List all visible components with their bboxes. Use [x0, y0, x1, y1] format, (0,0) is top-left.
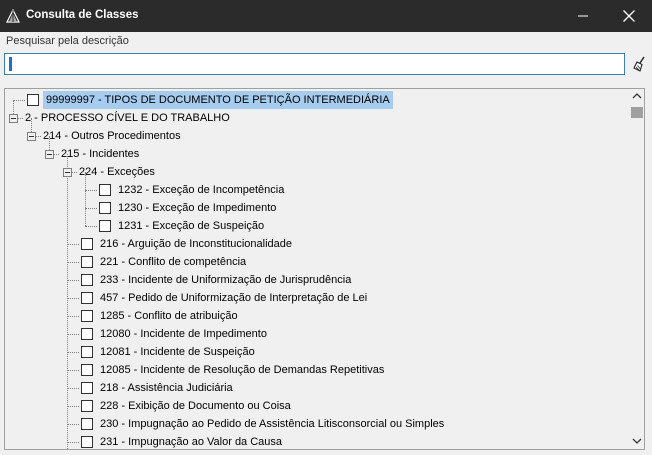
tree-item-label: 224 - Exceções [79, 166, 155, 178]
checkbox[interactable] [81, 418, 93, 430]
classes-tree[interactable]: 99999997 - TIPOS DE DOCUMENTO DE PETIÇÃO… [4, 88, 645, 450]
tree-connector [67, 244, 79, 245]
tree-connector [85, 226, 97, 227]
search-input[interactable] [4, 53, 625, 75]
tree-item-label: 233 - Incidente de Uniformização de Juri… [100, 274, 352, 286]
clear-search-button[interactable] [631, 55, 649, 73]
checkbox[interactable] [81, 400, 93, 412]
checkbox[interactable] [81, 346, 93, 358]
collapse-icon[interactable] [63, 168, 72, 177]
tree-connector [85, 190, 97, 191]
tree-item-label: 230 - Impugnação ao Pedido de Assistênci… [100, 418, 445, 430]
checkbox[interactable] [81, 292, 93, 304]
vertical-scrollbar[interactable] [629, 89, 644, 449]
tree-item-label: 221 - Conflito de competência [100, 256, 247, 268]
tree-connector [67, 262, 79, 263]
tree-connector [67, 424, 79, 425]
tree-item-label: 228 - Exibição de Documento ou Coisa [100, 400, 291, 412]
tree-item-label: 12080 - Incidente de Impedimento [100, 328, 267, 340]
tree-connector [67, 388, 79, 389]
tree-item-label: 1230 - Exceção de Impedimento [118, 202, 277, 214]
tree-connector [67, 352, 79, 353]
tree-item-label: 12081 - Incidente de Suspeição [100, 346, 255, 358]
title-bar: Consulta de Classes [0, 0, 652, 32]
checkbox[interactable] [81, 436, 93, 448]
search-label: Pesquisar pela descrição [6, 35, 129, 47]
tree-connector [67, 316, 79, 317]
tree-item-label: 214 - Outros Procedimentos [43, 130, 181, 142]
tree-content: 99999997 - TIPOS DE DOCUMENTO DE PETIÇÃO… [5, 89, 629, 449]
collapse-icon[interactable] [45, 150, 54, 159]
collapse-icon[interactable] [9, 114, 18, 123]
tree-item-label: 457 - Pedido de Uniformização de Interpr… [100, 292, 368, 304]
tree-connector [13, 100, 25, 101]
tree-item-label: 2 - PROCESSO CÍVEL E DO TRABALHO [25, 112, 230, 124]
chevron-down-icon[interactable] [632, 437, 642, 445]
tree-connector [85, 208, 97, 209]
checkbox[interactable] [81, 328, 93, 340]
scroll-thumb[interactable] [631, 107, 643, 118]
checkbox[interactable] [99, 202, 111, 214]
tree-item-label: 215 - Incidentes [61, 148, 140, 160]
tree-item-label: 1231 - Exceção de Suspeição [118, 220, 265, 232]
text-caret [9, 57, 12, 71]
app-logo-icon [6, 8, 20, 23]
minimize-button[interactable] [560, 0, 606, 32]
tree-connector [67, 298, 79, 299]
checkbox[interactable] [99, 220, 111, 232]
tree-item-label: 231 - Impugnação ao Valor da Causa [100, 436, 283, 448]
close-icon [623, 10, 635, 22]
tree-connector [67, 406, 79, 407]
checkbox[interactable] [27, 94, 39, 106]
window-title: Consulta de Classes [26, 9, 139, 21]
chevron-up-icon[interactable] [632, 92, 642, 100]
checkbox[interactable] [81, 256, 93, 268]
tree-item-label: 1232 - Exceção de Incompetência [118, 184, 285, 196]
tree-connector [67, 370, 79, 371]
collapse-icon[interactable] [27, 132, 36, 141]
tree-item-label: 12085 - Incidente de Resolução de Demand… [100, 364, 385, 376]
checkbox[interactable] [81, 364, 93, 376]
checkbox[interactable] [81, 238, 93, 250]
broom-icon [633, 56, 645, 72]
checkbox[interactable] [81, 310, 93, 322]
tree-item-label: 99999997 - TIPOS DE DOCUMENTO DE PETIÇÃO… [43, 91, 393, 109]
tree-item-label: 1285 - Conflito de atribuição [100, 310, 238, 322]
checkbox[interactable] [99, 184, 111, 196]
close-button[interactable] [606, 0, 652, 32]
checkbox[interactable] [81, 274, 93, 286]
minimize-icon [578, 15, 588, 17]
tree-item-label: 218 - Assistência Judiciária [100, 382, 233, 394]
tree-connector [67, 442, 79, 443]
tree-item-label: 216 - Arguição de Inconstitucionalidade [100, 238, 293, 250]
tree-connector [67, 334, 79, 335]
checkbox[interactable] [81, 382, 93, 394]
tree-connector [67, 280, 79, 281]
